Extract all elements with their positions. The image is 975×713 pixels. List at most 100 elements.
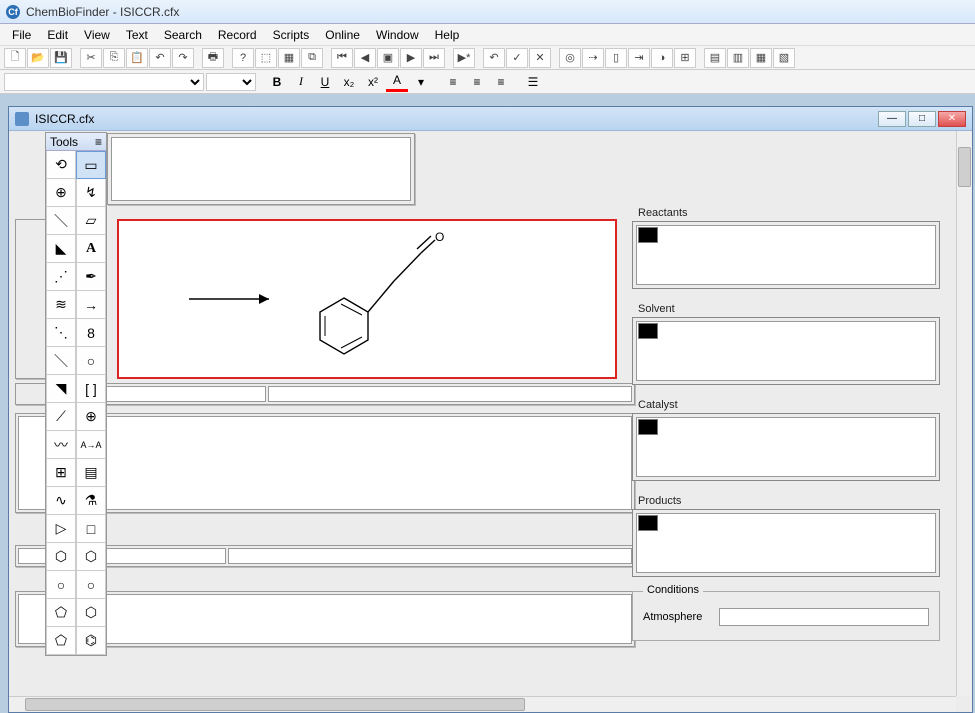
menu-file[interactable]: File (4, 26, 39, 44)
view-tool-3-button[interactable]: ▦ (750, 48, 772, 68)
redo-button[interactable]: ↷ (172, 48, 194, 68)
select-tool-button[interactable]: ⬚ (255, 48, 277, 68)
structure-tool[interactable]: ↯ (76, 179, 106, 207)
menu-record[interactable]: Record (210, 26, 265, 44)
align-right-button[interactable]: ≡ (490, 72, 512, 92)
print-button[interactable]: 🖶 (202, 48, 224, 68)
vertical-scrollbar[interactable] (956, 131, 972, 696)
child-title-bar[interactable]: ISICCR.cfx — □ ✕ (9, 107, 972, 131)
ring2-tool[interactable]: ○ (76, 571, 106, 599)
maximize-button[interactable]: □ (908, 111, 936, 127)
italic-button[interactable]: I (290, 72, 312, 92)
products-box[interactable] (632, 509, 940, 577)
marquee-tool[interactable]: ▭ (76, 151, 106, 179)
open-button[interactable]: 📂 (27, 48, 49, 68)
wedge-tool[interactable]: ◣ (46, 235, 76, 263)
charge-tool[interactable]: ⊕ (76, 403, 106, 431)
db-tool-3-button[interactable]: ▯ (605, 48, 627, 68)
font-color-button[interactable]: A (386, 72, 408, 92)
field-box-3[interactable] (15, 413, 635, 513)
field-box-top[interactable] (107, 133, 415, 205)
vscroll-thumb[interactable] (958, 147, 971, 187)
field-box-left-1[interactable] (15, 219, 49, 379)
last-record-button[interactable]: ⏭ (423, 48, 445, 68)
help-button[interactable]: ? (232, 48, 254, 68)
wedge2-tool[interactable]: ◥ (46, 375, 76, 403)
bond-tool[interactable]: ＼ (46, 207, 76, 235)
menu-search[interactable]: Search (156, 26, 210, 44)
solvent-box[interactable] (632, 317, 940, 385)
pentagon-tool[interactable]: ⬠ (46, 627, 76, 655)
reaction-field-selected[interactable]: O (117, 219, 617, 379)
bullet-list-button[interactable]: ☰ (522, 72, 544, 92)
lasso-tool[interactable]: ⟲ (46, 151, 76, 179)
menu-scripts[interactable]: Scripts (265, 26, 318, 44)
field-box-5[interactable] (15, 591, 635, 647)
layout-tool-button[interactable]: ⧉ (301, 48, 323, 68)
tools-palette[interactable]: Tools≡ ⟲ ▭ ⊕ ↯ ＼ ▱ ◣ A ⋰ ✒ ≋ → (45, 132, 107, 656)
query-back-button[interactable]: ↶ (483, 48, 505, 68)
bold-button[interactable]: B (266, 72, 288, 92)
view-tool-1-button[interactable]: ▤ (704, 48, 726, 68)
align-center-button[interactable]: ≡ (466, 72, 488, 92)
font-color-dropdown[interactable]: ▾ (410, 72, 432, 92)
bracket-tool[interactable]: [ ] (76, 375, 106, 403)
subscript-button[interactable]: x₂ (338, 72, 360, 92)
copy-button[interactable]: ⎘ (103, 48, 125, 68)
align-left-button[interactable]: ≡ (442, 72, 464, 92)
save-button[interactable]: 💾 (50, 48, 72, 68)
table-tool[interactable]: ⊞ (46, 459, 76, 487)
menu-help[interactable]: Help (427, 26, 468, 44)
prev-record-button[interactable]: ◀ (354, 48, 376, 68)
menu-online[interactable]: Online (317, 26, 368, 44)
first-record-button[interactable]: ⏮ (331, 48, 353, 68)
db-tool-6-button[interactable]: ⊞ (674, 48, 696, 68)
form-tool-button[interactable]: ▦ (278, 48, 300, 68)
polygon2-tool[interactable]: ⬡ (76, 599, 106, 627)
db-tool-5-button[interactable]: ◑ (651, 48, 673, 68)
font-select[interactable] (4, 73, 204, 91)
minimize-button[interactable]: — (878, 111, 906, 127)
multi-bond-tool[interactable]: ≋ (46, 291, 76, 319)
dashed-bond-tool[interactable]: ⋰ (46, 263, 76, 291)
font-size-select[interactable] (206, 73, 256, 91)
orbital-tool[interactable]: 8 (76, 319, 106, 347)
arrow-tool[interactable]: → (76, 291, 106, 319)
menu-window[interactable]: Window (368, 26, 427, 44)
ring-tool[interactable]: ○ (46, 571, 76, 599)
view-tool-2-button[interactable]: ▥ (727, 48, 749, 68)
hscroll-thumb[interactable] (25, 698, 525, 711)
record-info-button[interactable]: ▣ (377, 48, 399, 68)
eraser-tool[interactable]: ▱ (76, 207, 106, 235)
circle-tool[interactable]: ○ (76, 347, 106, 375)
query-tool[interactable]: ⟋ (46, 403, 76, 431)
query-cancel-button[interactable]: ✕ (529, 48, 551, 68)
reactants-box[interactable] (632, 221, 940, 289)
db-tool-4-button[interactable]: ⇥ (628, 48, 650, 68)
hexagon2-tool[interactable]: ⬡ (76, 543, 106, 571)
catalyst-box[interactable] (632, 413, 940, 481)
menu-view[interactable]: View (76, 26, 118, 44)
view-tool-4-button[interactable]: ▧ (773, 48, 795, 68)
field-box-4[interactable] (15, 545, 635, 567)
hash-bond-tool[interactable]: ⋱ (46, 319, 76, 347)
rotate-tool[interactable]: ⊕ (46, 179, 76, 207)
form-canvas[interactable]: O (9, 131, 956, 696)
horizontal-scrollbar[interactable] (9, 696, 956, 712)
next-record-button[interactable]: ▶ (400, 48, 422, 68)
template-tool[interactable]: ▤ (76, 459, 106, 487)
goto-record-button[interactable]: ▶* (453, 48, 475, 68)
pen-tool[interactable]: ✒ (76, 263, 106, 291)
polygon-tool[interactable]: ⬠ (46, 599, 76, 627)
undo-button[interactable]: ↶ (149, 48, 171, 68)
atom-label-tool[interactable]: A→A (76, 431, 106, 459)
db-tool-1-button[interactable]: ◎ (559, 48, 581, 68)
close-button[interactable]: ✕ (938, 111, 966, 127)
wavy-bond-tool[interactable]: 〰 (46, 431, 76, 459)
tools-palette-title[interactable]: Tools≡ (46, 133, 106, 151)
text-tool[interactable]: A (76, 235, 106, 263)
atmosphere-input[interactable] (719, 608, 929, 626)
menu-text[interactable]: Text (118, 26, 156, 44)
chain-tool[interactable]: ＼ (46, 347, 76, 375)
superscript-button[interactable]: x² (362, 72, 384, 92)
